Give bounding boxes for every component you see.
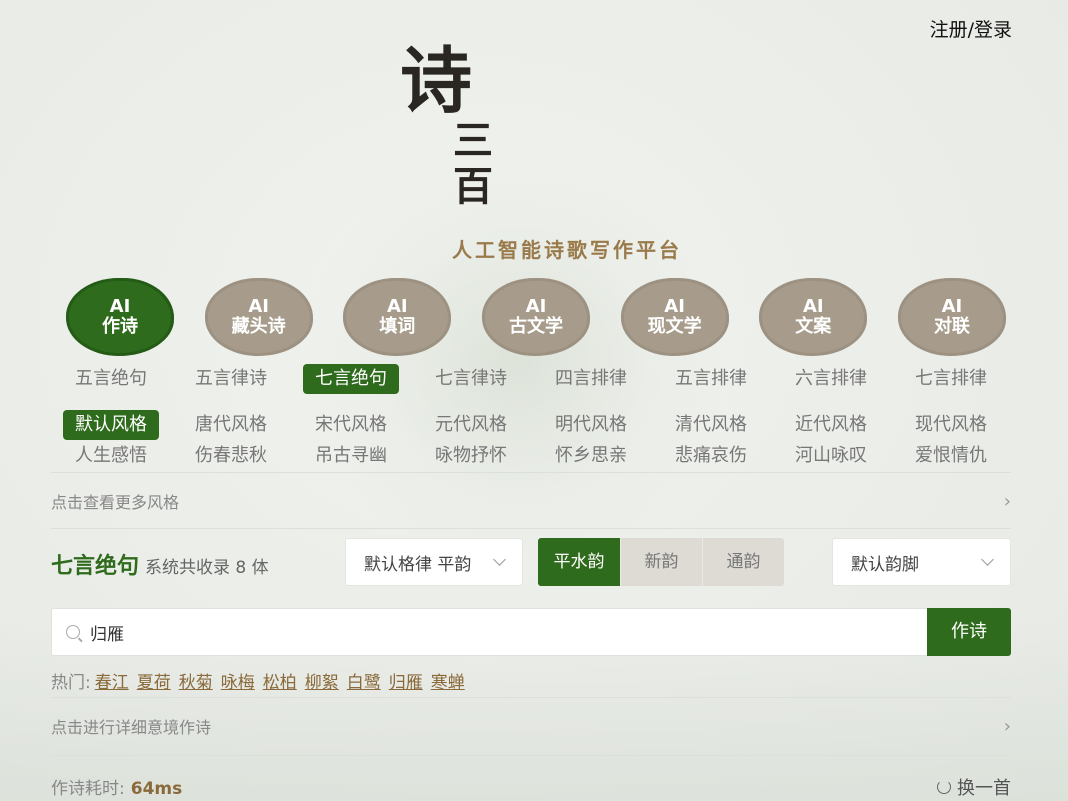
chevron-down-icon — [981, 553, 994, 566]
refresh-label: 换一首 — [957, 778, 1011, 799]
hot-topic-link[interactable]: 咏梅 — [221, 668, 255, 693]
chevron-down-icon — [493, 553, 506, 566]
chevron-right-icon: › — [1003, 490, 1011, 512]
mode-label-ai: AI — [109, 296, 131, 317]
hot-topic-link[interactable]: 柳絮 — [305, 668, 339, 693]
rhyme-tab-tong[interactable]: 通韵 — [702, 538, 784, 586]
form-option[interactable]: 四言排律 — [531, 364, 651, 394]
login-register-link[interactable]: 注册/登录 — [930, 15, 1012, 42]
mode-label-ai: AI — [664, 296, 685, 317]
rhyme-select[interactable]: 默认韵脚 — [832, 538, 1011, 586]
theme-option[interactable]: 河山咏叹 — [771, 441, 891, 471]
divider — [51, 528, 1011, 529]
form-option[interactable]: 七言律诗 — [411, 364, 531, 394]
mode-label-ai: AI — [941, 296, 963, 317]
rhyme-tab-pingshui[interactable]: 平水韵 — [538, 538, 620, 586]
mode-label: 藏头诗 — [231, 316, 286, 337]
mode-label: 现文学 — [647, 316, 702, 337]
mode-ai-ci[interactable]: AI 填词 — [343, 278, 452, 356]
refresh-button[interactable]: 换一首 — [937, 774, 1011, 800]
hot-topic-link[interactable]: 夏荷 — [137, 668, 171, 693]
hot-label: 热门: — [51, 673, 91, 693]
style-option[interactable]: 近代风格 — [771, 410, 891, 440]
logo-subtitle: 三百 — [453, 117, 493, 210]
style-option[interactable]: 唐代风格 — [171, 410, 291, 440]
detail-compose-label: 点击进行详细意境作诗 — [51, 718, 212, 737]
form-option[interactable]: 七言排律 — [891, 364, 1011, 394]
compose-button[interactable]: 作诗 — [927, 608, 1011, 656]
form-option[interactable]: 五言排律 — [651, 364, 771, 394]
form-count: 系统共收录 8 体 — [145, 558, 269, 578]
timing-value: 64ms — [130, 779, 183, 799]
theme-option[interactable]: 人生感悟 — [51, 441, 171, 471]
timing-label: 作诗耗时: — [51, 779, 125, 799]
hot-topic-link[interactable]: 白鹭 — [347, 668, 381, 693]
mode-ai-couplet[interactable]: AI 对联 — [897, 278, 1006, 356]
theme-option[interactable]: 怀乡思亲 — [531, 441, 651, 471]
mode-ai-modern[interactable]: AI 现文学 — [620, 278, 729, 356]
mode-label: 作诗 — [102, 316, 138, 337]
mode-label: 填词 — [379, 316, 416, 337]
style-option[interactable]: 现代风格 — [891, 410, 1011, 440]
theme-option[interactable]: 悲痛哀伤 — [651, 441, 771, 471]
form-selector: 五言绝句 五言律诗 七言绝句 七言律诗 四言排律 五言排律 六言排律 七言排律 — [51, 364, 1011, 394]
search-icon — [66, 625, 80, 639]
rhyme-system-tabs: 平水韵 新韵 通韵 — [538, 538, 784, 586]
hot-topic-link[interactable]: 归雁 — [389, 668, 423, 693]
mode-ai-classical[interactable]: AI 古文学 — [481, 278, 590, 356]
mode-ai-copywriting[interactable]: AI 文案 — [759, 278, 868, 356]
theme-option[interactable]: 吊古寻幽 — [291, 441, 411, 471]
meter-select-value: 默认格律 平韵 — [364, 554, 472, 575]
more-styles-link[interactable]: 点击查看更多风格 › — [51, 486, 1011, 516]
mode-label: 文案 — [795, 316, 832, 337]
compose-timing: 作诗耗时: 64ms — [51, 774, 182, 799]
refresh-icon — [937, 780, 951, 794]
logo-character: 诗 — [400, 38, 475, 123]
theme-option[interactable]: 咏物抒怀 — [411, 441, 531, 471]
style-option[interactable]: 明代风格 — [531, 410, 651, 440]
form-heading: 七言绝句 系统共收录 8 体 — [51, 548, 269, 580]
style-selector-row2: 人生感悟 伤春悲秋 吊古寻幽 咏物抒怀 怀乡思亲 悲痛哀伤 河山咏叹 爱恨情仇 — [51, 441, 1011, 471]
theme-option[interactable]: 爱恨情仇 — [891, 441, 1011, 471]
mode-selector: AI 作诗 AI 藏头诗 AI 填词 AI 古文学 AI 现文学 AI 文案 AI 对联 — [66, 278, 1006, 356]
mode-label-ai: AI — [386, 296, 408, 317]
hot-topics: 热门: 春江 夏荷 秋菊 咏梅 松柏 柳絮 白鹭 归雁 寒蝉 — [51, 668, 465, 693]
mode-ai-poem[interactable]: AI 作诗 — [66, 278, 174, 356]
form-option[interactable]: 六言排律 — [771, 364, 891, 394]
hot-topic-link[interactable]: 寒蝉 — [431, 668, 465, 693]
theme-option[interactable]: 伤春悲秋 — [171, 441, 291, 471]
mode-label: 对联 — [933, 316, 970, 337]
divider — [51, 755, 1011, 756]
form-option[interactable]: 五言律诗 — [171, 364, 291, 394]
style-selector-row1: 默认风格 唐代风格 宋代风格 元代风格 明代风格 清代风格 近代风格 现代风格 — [51, 410, 1011, 440]
hot-topic-link[interactable]: 秋菊 — [179, 668, 213, 693]
rhyme-select-value: 默认韵脚 — [851, 554, 919, 575]
topic-search-box — [51, 608, 927, 656]
divider — [51, 697, 1011, 698]
detail-compose-link[interactable]: 点击进行详细意境作诗 › — [51, 711, 1011, 741]
topic-input[interactable] — [90, 622, 910, 642]
mode-label-ai: AI — [525, 296, 547, 317]
rhyme-tab-new[interactable]: 新韵 — [620, 538, 702, 586]
form-option[interactable]: 五言绝句 — [51, 364, 171, 394]
meter-select[interactable]: 默认格律 平韵 — [345, 538, 523, 586]
mode-label-ai: AI — [802, 296, 824, 317]
chevron-right-icon: › — [1003, 715, 1011, 737]
mode-label-ai: AI — [248, 296, 269, 317]
form-option-selected[interactable]: 七言绝句 — [291, 364, 411, 394]
hot-topic-link[interactable]: 松柏 — [263, 668, 297, 693]
hot-topic-link[interactable]: 春江 — [95, 668, 129, 693]
style-option[interactable]: 宋代风格 — [291, 410, 411, 440]
mode-ai-acrostic[interactable]: AI 藏头诗 — [204, 278, 313, 356]
style-option[interactable]: 元代风格 — [411, 410, 531, 440]
more-styles-label: 点击查看更多风格 — [51, 493, 180, 512]
style-option-selected[interactable]: 默认风格 — [51, 410, 171, 440]
tagline: 人工智能诗歌写作平台 — [452, 238, 682, 262]
style-option[interactable]: 清代风格 — [651, 410, 771, 440]
mode-label: 古文学 — [508, 316, 563, 337]
divider — [51, 472, 1011, 473]
form-name: 七言绝句 — [51, 554, 140, 579]
